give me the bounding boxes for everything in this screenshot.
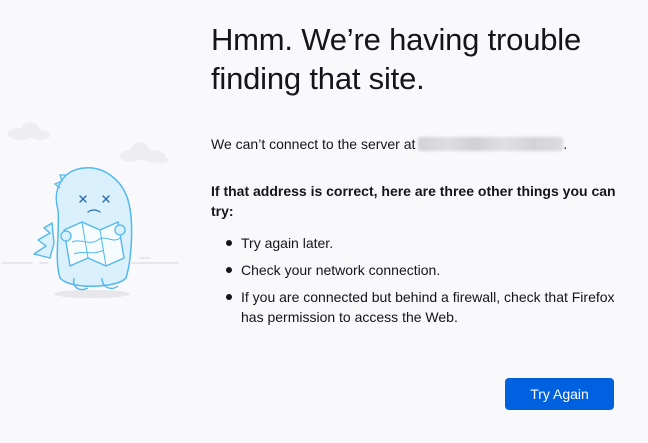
suggestion-text: If you are connected but behind a firewa… bbox=[241, 289, 615, 325]
redacted-server-address bbox=[418, 137, 564, 151]
suggestions-title: If that address is correct, here are thr… bbox=[211, 183, 616, 219]
suggestion-text: Check your network connection. bbox=[241, 262, 441, 278]
error-description: We can’t connect to the server at. bbox=[211, 134, 621, 154]
error-description-prefix: We can’t connect to the server at bbox=[211, 136, 416, 152]
error-title: Hmm. We’re having trouble finding that s… bbox=[211, 22, 582, 96]
try-again-button[interactable]: Try Again bbox=[505, 378, 614, 410]
list-item: Check your network connection. bbox=[211, 260, 621, 280]
bullet-icon bbox=[226, 294, 232, 300]
bullet-icon bbox=[226, 240, 232, 246]
list-item: If you are connected but behind a firewa… bbox=[211, 287, 621, 327]
lost-dino-with-map-icon bbox=[0, 118, 190, 308]
suggestion-text: Try again later. bbox=[241, 235, 334, 251]
list-item: Try again later. bbox=[211, 233, 621, 253]
suggestions-list: Try again later. Check your network conn… bbox=[211, 233, 621, 327]
error-content: Hmm. We’re having trouble finding that s… bbox=[211, 20, 621, 334]
bullet-icon bbox=[226, 267, 232, 273]
error-description-suffix: . bbox=[563, 136, 568, 152]
